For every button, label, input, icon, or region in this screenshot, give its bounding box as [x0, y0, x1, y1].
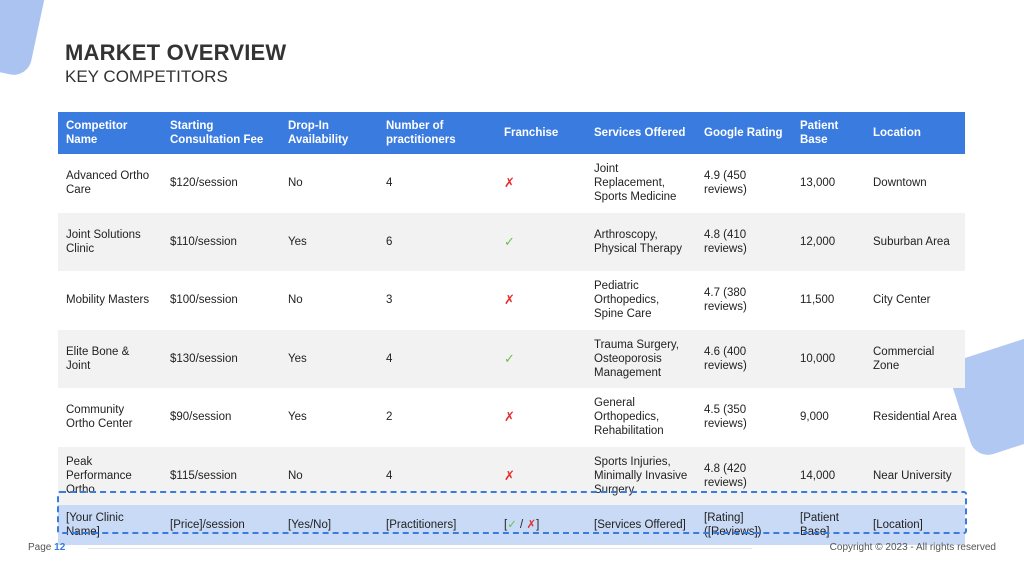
- page-subtitle: KEY COMPETITORS: [65, 67, 228, 86]
- location: Commercial Zone: [873, 345, 935, 372]
- column-header-services: Services Offered: [594, 127, 686, 139]
- page-number: Page 12: [28, 542, 65, 553]
- competitor-name: Joint Solutions Clinic: [66, 228, 141, 255]
- your-clinic-price: [Price]/session: [170, 519, 245, 531]
- your-clinic-practitioners: [Practitioners]: [386, 519, 457, 531]
- patient-base: 10,000: [800, 352, 836, 365]
- your-clinic-franchise: [✓ / ✗]: [496, 505, 586, 545]
- competitor-name: Mobility Masters: [66, 294, 150, 307]
- franchise-check-icon: ✓: [504, 350, 515, 366]
- patient-base: 13,000: [800, 177, 836, 190]
- your-clinic-row: [Your Clinic Name] [Price]/session [Yes/…: [58, 505, 965, 545]
- column-header-practitioners: Number of practitioners: [386, 120, 456, 146]
- cross-icon: ✗: [526, 519, 537, 531]
- services-offered: Trauma Surgery, Osteoporosis Management: [594, 338, 679, 379]
- location: Near University: [873, 469, 952, 482]
- table-row: Mobility Masters $100/session No 3 ✗ Ped…: [58, 271, 965, 330]
- your-clinic-location: [Location]: [873, 519, 923, 531]
- table-row: Joint Solutions Clinic $110/session Yes …: [58, 212, 965, 271]
- consultation-fee: $130/session: [170, 352, 238, 365]
- drop-in-availability: No: [288, 294, 303, 307]
- footer-divider: [88, 548, 752, 549]
- drop-in-availability: No: [288, 469, 303, 482]
- your-clinic-services: [Services Offered]: [594, 519, 686, 531]
- consultation-fee: $120/session: [170, 177, 238, 190]
- table-row: Advanced Ortho Care $120/session No 4 ✗ …: [58, 154, 965, 213]
- bracket-close: ]: [536, 519, 540, 531]
- consultation-fee: $115/session: [170, 469, 237, 482]
- page-title: MARKET OVERVIEW: [65, 40, 287, 65]
- google-rating: 4.9 (450 reviews): [704, 170, 747, 197]
- patient-base: 12,000: [800, 235, 836, 248]
- column-header-drop-in: Drop-In Availability: [288, 120, 349, 146]
- location: Residential Area: [873, 411, 957, 424]
- column-header-location: Location: [873, 127, 921, 139]
- consultation-fee: $90/session: [170, 411, 232, 424]
- your-clinic-patient-base: [Patient Base]: [800, 512, 839, 538]
- column-header-google-rating: Google Rating: [704, 127, 783, 139]
- practitioner-count: 4: [386, 177, 393, 190]
- competitor-name: Peak Performance Ortho: [66, 455, 132, 496]
- your-clinic-rating: [Rating] ([Reviews]): [704, 512, 762, 538]
- services-offered: Pediatric Orthopedics, Spine Care: [594, 280, 660, 321]
- google-rating: 4.6 (400 reviews): [704, 345, 747, 372]
- practitioner-count: 2: [386, 411, 393, 424]
- consultation-fee: $100/session: [170, 294, 238, 307]
- practitioner-count: 4: [386, 469, 393, 482]
- competitor-name: Elite Bone & Joint: [66, 345, 130, 372]
- competitors-table: Competitor Name Starting Consultation Fe…: [58, 112, 965, 545]
- consultation-fee: $110/session: [170, 235, 237, 248]
- column-header-patient-base: Patient Base: [800, 120, 839, 146]
- location: Suburban Area: [873, 235, 950, 248]
- competitor-name: Community Ortho Center: [66, 404, 133, 431]
- services-offered: Sports Injuries, Minimally Invasive Surg…: [594, 455, 688, 496]
- table-row: Community Ortho Center $90/session Yes 2…: [58, 388, 965, 447]
- drop-in-availability: Yes: [288, 352, 307, 365]
- check-icon: ✓: [507, 519, 517, 531]
- practitioner-count: 3: [386, 294, 393, 307]
- decorative-shape-top-left: [0, 0, 51, 79]
- patient-base: 11,500: [800, 294, 835, 307]
- table-row: Elite Bone & Joint $130/session Yes 4 ✓ …: [58, 329, 965, 388]
- services-offered: General Orthopedics, Rehabilitation: [594, 397, 664, 438]
- franchise-cross-icon: ✗: [504, 409, 515, 425]
- franchise-cross-icon: ✗: [504, 467, 515, 483]
- your-clinic-drop-in: [Yes/No]: [288, 519, 332, 531]
- google-rating: 4.5 (350 reviews): [704, 404, 747, 431]
- drop-in-availability: No: [288, 177, 303, 190]
- franchise-check-icon: ✓: [504, 233, 515, 249]
- practitioner-count: 4: [386, 352, 393, 365]
- drop-in-availability: Yes: [288, 411, 307, 424]
- table-header-row: Competitor Name Starting Consultation Fe…: [58, 112, 965, 154]
- copyright: Copyright © 2023 - All rights reserved: [829, 542, 996, 553]
- column-header-franchise: Franchise: [504, 127, 559, 139]
- practitioner-count: 6: [386, 235, 393, 248]
- franchise-cross-icon: ✗: [504, 292, 515, 308]
- services-offered: Joint Replacement, Sports Medicine: [594, 163, 677, 204]
- location: Downtown: [873, 177, 927, 190]
- page-number-value: 12: [54, 542, 66, 553]
- google-rating: 4.8 (410 reviews): [704, 228, 747, 255]
- patient-base: 14,000: [800, 469, 836, 482]
- column-header-consultation-fee: Starting Consultation Fee: [170, 120, 264, 146]
- franchise-cross-icon: ✗: [504, 175, 515, 191]
- drop-in-availability: Yes: [288, 235, 307, 248]
- table-row: Peak Performance Ortho $115/session No 4…: [58, 446, 965, 505]
- location: City Center: [873, 294, 931, 307]
- page-label: Page: [28, 542, 52, 553]
- google-rating: 4.7 (380 reviews): [704, 287, 747, 314]
- services-offered: Arthroscopy, Physical Therapy: [594, 228, 682, 255]
- your-clinic-name: [Your Clinic Name]: [66, 512, 124, 538]
- column-header-competitor-name: Competitor Name: [66, 120, 128, 146]
- google-rating: 4.8 (420 reviews): [704, 462, 747, 489]
- separator: /: [516, 519, 527, 531]
- competitor-name: Advanced Ortho Care: [66, 170, 150, 197]
- patient-base: 9,000: [800, 411, 829, 424]
